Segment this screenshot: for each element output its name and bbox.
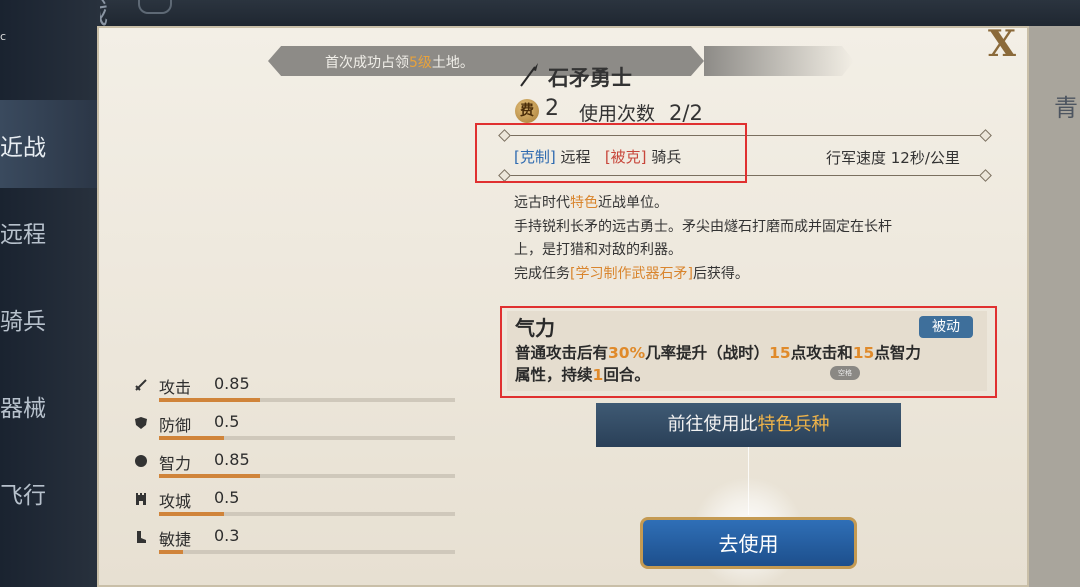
stat-label: 敏捷 [159,530,192,549]
stat-row-intelligence: 智力 0.85 [132,450,462,488]
desc-line-2: 手持锐利长矛的远古勇士。矛尖由燧石打磨而成并固定在长杆 [514,218,892,235]
spear-icon [520,63,538,87]
unit-name: 石矛勇士 [548,66,632,90]
desc-text: 完成任务 [514,265,570,282]
desc-line-1: 远古时代特色近战单位。 [514,192,984,216]
stat-label: 防御 [159,416,192,435]
usage-count: 使用次数 2/2 [579,99,703,126]
march-speed: 行军速度 12秒/公里 [826,149,960,167]
use-button[interactable]: 去使用 [640,517,857,569]
sword-icon [135,379,147,391]
banner-suffix: 土地。 [431,55,474,71]
goto-unit-button[interactable]: 前往使用此特色兵种 [596,403,901,447]
corner-mark: c [0,30,7,43]
category-sidebar: c 近战 远程 骑兵 器械 飞行 [0,0,100,587]
quest-link[interactable]: [学习制作武器石矛] [570,266,693,282]
title-ornament-icon [138,0,172,14]
desc-line-4: 完成任务[学习制作武器石矛]后获得。 [514,263,984,287]
stat-label: 智力 [159,454,192,473]
desc-line-3: 上，是打猎和对敌的利器。 [514,242,682,258]
stat-label: 攻击 [159,378,192,397]
cost-value: 2 [545,96,559,121]
stat-row-siege: 攻城 0.5 [132,488,462,526]
uses-label: 使用次数 [579,103,656,125]
desc-text: 远古时代 [514,195,570,211]
stat-value: 0.3 [214,526,240,545]
tab-melee[interactable]: 近战 [0,128,100,162]
stat-bar [159,550,455,554]
desc-text: 后获得。 [692,265,749,282]
stat-bar-fill [159,550,183,554]
stat-value: 0.5 [214,412,240,431]
cost-icon: 费 [515,99,539,123]
banner-highlight: 5级 [409,55,432,71]
highlight-box-counter [475,123,747,183]
tab-ranged[interactable]: 远程 [0,215,100,249]
stat-bar [159,474,455,478]
goto-label-highlight: 特色兵种 [757,414,830,435]
top-bar: 近战 [0,0,1080,31]
stat-bar-fill [159,436,225,440]
unit-description: 远古时代特色近战单位。 手持锐利长矛的远古勇士。矛尖由燧石打磨而成并固定在长杆 … [514,192,984,286]
stat-bar [159,512,455,516]
stat-value: 0.85 [214,374,250,393]
banner-prefix: 首次成功占领 [325,55,409,71]
tower-icon [136,493,146,505]
desc-highlight: 特色 [570,195,598,211]
stat-value: 0.5 [214,488,240,507]
stat-bar-fill [159,512,225,516]
background-text: 青 [1054,94,1078,122]
uses-value: 2/2 [669,101,703,125]
stat-label: 攻城 [159,492,192,511]
tab-flying[interactable]: 飞行 [0,476,100,510]
stat-bar [159,398,455,402]
close-button[interactable]: X [980,24,1024,64]
stat-value: 0.85 [214,450,250,469]
stat-row-agility: 敏捷 0.3 [132,526,462,564]
stat-row-attack: 攻击 0.85 [132,374,462,412]
shield-icon [135,417,147,429]
background-right-strip: 青 [1024,26,1080,587]
stat-bar [159,436,455,440]
brain-icon [135,455,147,467]
goto-label: 前往使用此 [667,414,758,435]
tab-cavalry[interactable]: 骑兵 [0,302,100,336]
unlock-condition-text: 首次成功占领5级土地。 [325,52,474,72]
desc-text: 近战单位。 [598,195,668,211]
stat-row-defense: 防御 0.5 [132,412,462,450]
boot-icon [137,531,146,543]
tab-siege[interactable]: 器械 [0,389,100,423]
stat-bar-fill [159,474,260,478]
banner-tail [704,46,854,76]
stat-bar-fill [159,398,260,402]
highlight-box-skill [500,306,997,398]
